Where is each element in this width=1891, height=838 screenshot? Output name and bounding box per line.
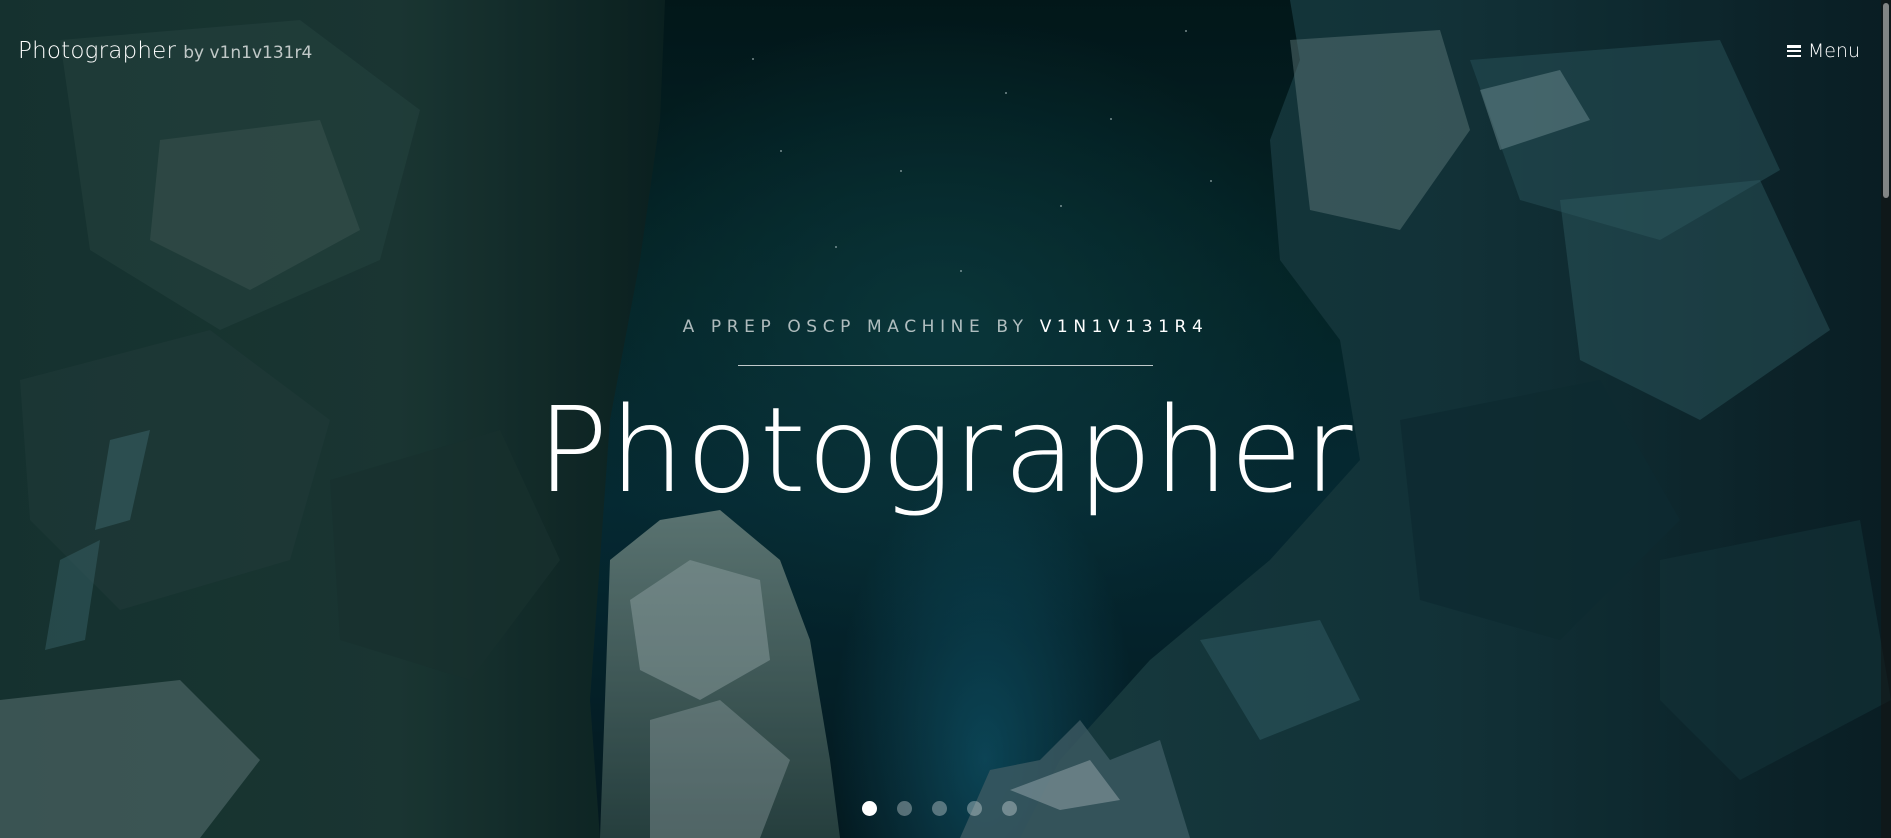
slider-dot[interactable]: [967, 801, 982, 816]
page-scrollbar[interactable]: [1881, 0, 1891, 838]
brand-author: by v1n1v131r4: [183, 43, 313, 63]
hero-divider: [738, 365, 1153, 366]
scrollbar-thumb[interactable]: [1883, 3, 1889, 198]
page: Photographer by v1n1v131r4 Menu A PREP O…: [0, 0, 1891, 838]
hero-subtitle-prefix: A PREP OSCP MACHINE BY: [682, 317, 1029, 337]
hero-subtitle: A PREP OSCP MACHINE BY V1N1V131R4: [0, 313, 1891, 341]
slider-dot[interactable]: [932, 801, 947, 816]
hero-subtitle-author: V1N1V131R4: [1039, 317, 1209, 337]
menu-button[interactable]: Menu: [1786, 40, 1860, 62]
slider-pagination: [862, 801, 1017, 816]
slider-dot[interactable]: [897, 801, 912, 816]
brand-link[interactable]: Photographer by v1n1v131r4: [18, 38, 312, 64]
site-header: Photographer by v1n1v131r4 Menu: [0, 0, 1891, 106]
hero-section: A PREP OSCP MACHINE BY V1N1V131R4 Photog…: [0, 300, 1891, 520]
brand-name: Photographer: [18, 38, 177, 64]
hamburger-icon: [1786, 45, 1801, 57]
hero-title: Photographer: [536, 381, 1355, 519]
menu-label: Menu: [1807, 40, 1860, 62]
slider-dot[interactable]: [1002, 801, 1017, 816]
slider-dot[interactable]: [862, 801, 877, 816]
